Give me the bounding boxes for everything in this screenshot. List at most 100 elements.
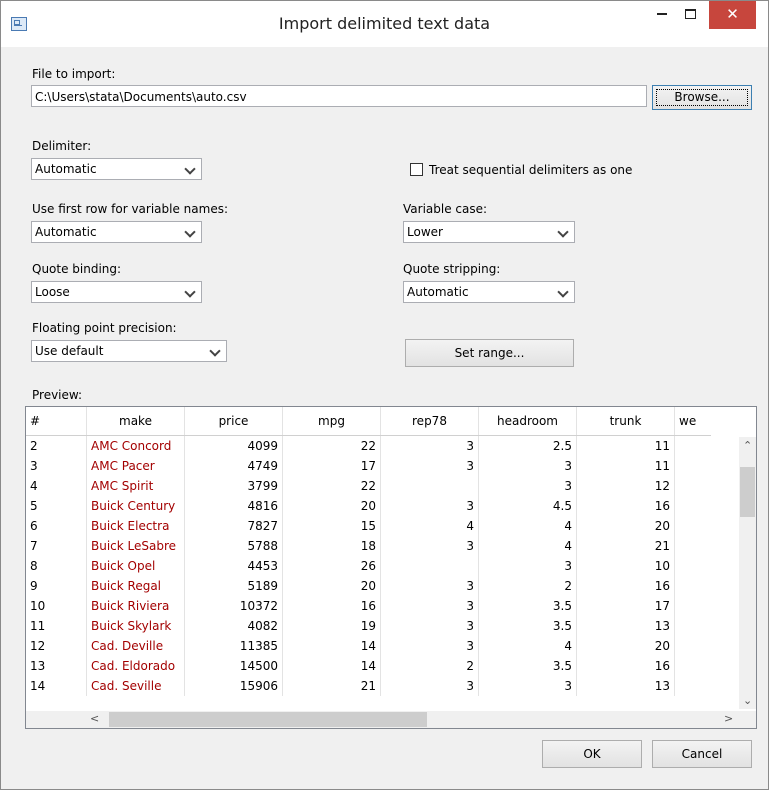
table-cell[interactable]: 3.5 (478, 656, 577, 676)
table-cell[interactable]: Buick LeSabre (86, 536, 185, 556)
table-cell[interactable]: 3 (380, 676, 479, 696)
table-cell[interactable] (380, 556, 479, 576)
table-cell[interactable] (380, 476, 479, 496)
table-cell[interactable]: 4.5 (478, 496, 577, 516)
table-cell[interactable]: 11 (576, 456, 675, 476)
quote-stripping-select[interactable]: Automatic (403, 281, 575, 303)
table-cell[interactable]: 14 (282, 636, 381, 656)
column-header[interactable]: make (86, 407, 185, 436)
horizontal-scroll-thumb[interactable] (109, 712, 427, 727)
maximize-button[interactable] (676, 1, 704, 29)
scroll-right-icon[interactable]: > (724, 712, 733, 725)
browse-button[interactable]: Browse... (652, 85, 752, 110)
table-cell[interactable] (675, 576, 712, 596)
close-button[interactable]: ✕ (709, 1, 756, 29)
table-row[interactable]: 12 Cad. Deville 11385 14 3 4 20 (26, 636, 711, 656)
table-cell[interactable]: 20 (282, 576, 381, 596)
table-row[interactable]: 7 Buick LeSabre 5788 18 3 4 21 (26, 536, 711, 556)
cancel-button[interactable]: Cancel (652, 740, 752, 768)
first-row-select[interactable]: Automatic (31, 221, 202, 243)
table-cell[interactable]: 16 (576, 576, 675, 596)
row-index-cell[interactable]: 9 (26, 576, 87, 596)
table-cell[interactable]: Buick Skylark (86, 616, 185, 636)
table-cell[interactable]: Cad. Deville (86, 636, 185, 656)
column-header[interactable]: trunk (576, 407, 675, 436)
table-cell[interactable]: AMC Spirit (86, 476, 185, 496)
table-cell[interactable]: 17 (282, 456, 381, 476)
table-cell[interactable]: Cad. Seville (86, 676, 185, 696)
scroll-left-icon[interactable]: < (90, 712, 99, 725)
table-cell[interactable]: 3799 (184, 476, 283, 496)
column-header[interactable]: we (674, 407, 711, 436)
column-header[interactable]: rep78 (380, 407, 479, 436)
table-cell[interactable]: 2 (478, 576, 577, 596)
minimize-button[interactable] (648, 1, 676, 29)
table-cell[interactable]: 20 (576, 636, 675, 656)
table-cell[interactable] (675, 456, 712, 476)
table-cell[interactable]: 11 (576, 435, 675, 456)
table-cell[interactable]: 3 (478, 556, 577, 576)
table-cell[interactable]: 10 (576, 556, 675, 576)
table-cell[interactable]: 2.5 (478, 435, 577, 456)
table-cell[interactable]: 20 (282, 496, 381, 516)
table-cell[interactable] (675, 516, 712, 536)
table-cell[interactable] (675, 616, 712, 636)
row-index-cell[interactable]: 12 (26, 636, 87, 656)
table-cell[interactable] (675, 536, 712, 556)
table-cell[interactable]: 3 (380, 435, 479, 456)
table-cell[interactable]: 3.5 (478, 596, 577, 616)
table-cell[interactable]: 17 (576, 596, 675, 616)
table-cell[interactable]: 3 (380, 616, 479, 636)
table-row[interactable]: 8 Buick Opel 4453 26 3 10 (26, 556, 711, 576)
table-cell[interactable]: 21 (576, 536, 675, 556)
table-cell[interactable]: 4453 (184, 556, 283, 576)
vertical-scrollbar[interactable]: ⌃ ⌄ (739, 437, 756, 709)
table-cell[interactable]: 16 (282, 596, 381, 616)
table-cell[interactable]: 16 (576, 656, 675, 676)
table-cell[interactable]: 4 (478, 636, 577, 656)
table-cell[interactable]: 5189 (184, 576, 283, 596)
table-cell[interactable] (675, 676, 712, 696)
row-index-cell[interactable]: 8 (26, 556, 87, 576)
row-index-cell[interactable]: 14 (26, 676, 87, 696)
column-header[interactable]: mpg (282, 407, 381, 436)
row-index-cell[interactable]: 7 (26, 536, 87, 556)
row-index-cell[interactable]: 11 (26, 616, 87, 636)
table-row[interactable]: 13 Cad. Eldorado 14500 14 2 3.5 16 (26, 656, 711, 676)
sequential-delimiters-checkbox[interactable] (410, 163, 423, 176)
table-cell[interactable] (675, 556, 712, 576)
table-cell[interactable]: 11385 (184, 636, 283, 656)
table-cell[interactable]: 14500 (184, 656, 283, 676)
column-header[interactable]: headroom (478, 407, 577, 436)
table-cell[interactable]: 15 (282, 516, 381, 536)
table-cell[interactable]: 2 (380, 656, 479, 676)
table-cell[interactable]: Buick Riviera (86, 596, 185, 616)
float-precision-select[interactable]: Use default (31, 340, 227, 362)
row-index-cell[interactable]: 3 (26, 456, 87, 476)
column-header[interactable]: # (26, 407, 87, 436)
table-cell[interactable]: 13 (576, 616, 675, 636)
ok-button[interactable]: OK (542, 740, 642, 768)
table-cell[interactable]: 14 (282, 656, 381, 676)
table-cell[interactable]: 3 (380, 456, 479, 476)
table-cell[interactable]: 3 (380, 636, 479, 656)
table-cell[interactable]: 3 (380, 576, 479, 596)
table-cell[interactable]: 3 (478, 456, 577, 476)
table-cell[interactable]: 3 (478, 476, 577, 496)
row-index-cell[interactable]: 2 (26, 435, 87, 456)
table-cell[interactable]: 22 (282, 435, 381, 456)
table-row[interactable]: 10 Buick Riviera 10372 16 3 3.5 17 (26, 596, 711, 616)
table-row[interactable]: 5 Buick Century 4816 20 3 4.5 16 (26, 496, 711, 516)
table-cell[interactable]: 16 (576, 496, 675, 516)
variable-case-select[interactable]: Lower (403, 221, 575, 243)
scroll-up-icon[interactable]: ⌃ (743, 439, 752, 452)
table-cell[interactable]: Buick Opel (86, 556, 185, 576)
table-cell[interactable]: 4 (478, 536, 577, 556)
table-cell[interactable]: 15906 (184, 676, 283, 696)
table-cell[interactable]: 4 (478, 516, 577, 536)
table-cell[interactable] (675, 476, 712, 496)
table-cell[interactable]: 7827 (184, 516, 283, 536)
table-cell[interactable]: 3 (380, 496, 479, 516)
quote-binding-select[interactable]: Loose (31, 281, 202, 303)
scroll-down-icon[interactable]: ⌄ (743, 694, 752, 707)
